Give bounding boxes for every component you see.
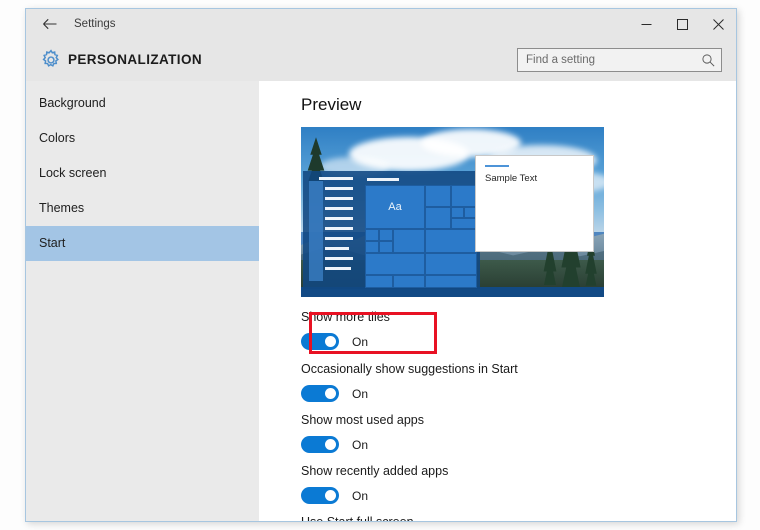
window-title: Settings <box>74 18 116 30</box>
title-bar: Settings <box>26 9 736 39</box>
preview-sample-text: Sample Text <box>485 173 538 184</box>
sidebar-item-background[interactable]: Background <box>26 86 259 121</box>
setting-label: Show recently added apps <box>301 464 449 478</box>
preview-tile <box>425 229 477 253</box>
close-icon[interactable] <box>700 9 736 39</box>
toggle-state-label: On <box>352 488 369 503</box>
preview-tile <box>379 241 393 253</box>
sidebar-item-colors[interactable]: Colors <box>26 121 259 156</box>
preview-tile <box>379 229 393 241</box>
sidebar-item-label: Themes <box>39 201 85 215</box>
setting-toggle-row: On <box>301 487 701 504</box>
back-arrow-icon[interactable] <box>32 11 68 37</box>
search-icon[interactable] <box>701 53 716 68</box>
preview-tile-grid: Aa <box>365 178 477 288</box>
setting-toggle-row: On <box>301 436 701 453</box>
setting-label: Occasionally show suggestions in Start <box>301 362 518 376</box>
sidebar: Background Colors Lock screen Themes Sta… <box>26 81 259 521</box>
settings-window: Settings PERSONALIZATION Find a setting … <box>25 8 737 522</box>
setting-toggle-row: On <box>301 333 701 350</box>
setting-toggle-row: On <box>301 385 701 402</box>
preview-tile-label: Aa <box>388 201 402 213</box>
sidebar-item-label: Background <box>39 96 106 110</box>
search-input[interactable] <box>518 49 698 71</box>
window-controls <box>628 9 736 39</box>
preview-tile <box>365 253 425 275</box>
toggle-knob <box>325 439 336 450</box>
page-title: PERSONALIZATION <box>68 52 202 67</box>
sidebar-item-label: Colors <box>39 131 76 145</box>
preview-tile <box>425 275 477 288</box>
preview-tile-aa: Aa <box>365 185 425 229</box>
preview-tile <box>425 253 477 275</box>
preview-app-list-entries <box>319 177 357 281</box>
maximize-icon[interactable] <box>664 9 700 39</box>
window-body: Background Colors Lock screen Themes Sta… <box>26 81 736 522</box>
preview-tile <box>365 275 393 288</box>
search-box[interactable] <box>517 48 722 72</box>
preview-tile <box>425 207 451 229</box>
preview-sample-card: Sample Text <box>475 155 594 252</box>
sidebar-item-start[interactable]: Start <box>26 226 259 261</box>
setting-show-most-used-apps: Show most used apps On <box>301 412 701 453</box>
screenshot-root: Settings PERSONALIZATION Find a setting … <box>0 0 760 530</box>
preview-card-accent-line <box>485 165 509 167</box>
toggle-knob <box>325 490 336 501</box>
preview-tile <box>393 229 425 253</box>
gear-icon <box>38 47 64 73</box>
preview-start-menu: Aa <box>303 171 480 289</box>
toggle-knob <box>325 336 336 347</box>
toggle-state-label: On <box>352 386 369 401</box>
toggle-occasionally-show-suggestions[interactable] <box>301 385 339 402</box>
sidebar-item-lock-screen[interactable]: Lock screen <box>26 156 259 191</box>
preview-tile <box>451 185 477 207</box>
preview-tile <box>451 218 477 229</box>
setting-label: Show most used apps <box>301 413 424 427</box>
preview-tile <box>393 275 425 288</box>
toggle-knob <box>325 388 336 399</box>
toggle-state-label: On <box>352 334 369 349</box>
section-title-preview: Preview <box>301 95 362 114</box>
toggle-show-more-tiles[interactable] <box>301 333 339 350</box>
start-preview-image: Aa Sample Text <box>301 127 604 297</box>
setting-occasionally-show-suggestions: Occasionally show suggestions in Start O… <box>301 361 701 402</box>
preview-tile <box>451 207 464 218</box>
setting-show-more-tiles: Show more tiles On <box>301 309 701 354</box>
preview-tile <box>425 185 451 207</box>
sidebar-item-themes[interactable]: Themes <box>26 191 259 226</box>
setting-use-start-full-screen: Use Start full screen <box>301 514 701 522</box>
page-header: PERSONALIZATION <box>26 39 736 81</box>
sidebar-item-label: Lock screen <box>39 166 107 180</box>
preview-tile <box>365 241 379 253</box>
minimize-icon[interactable] <box>628 9 664 39</box>
preview-tile <box>365 229 379 241</box>
setting-label: Use Start full screen <box>301 515 414 522</box>
preview-group-label <box>367 178 399 181</box>
toggle-state-label: On <box>352 437 369 452</box>
setting-show-recently-added-apps: Show recently added apps On <box>301 463 701 504</box>
sidebar-item-label: Start <box>39 236 66 250</box>
setting-label: Show more tiles <box>301 310 390 324</box>
toggle-show-most-used-apps[interactable] <box>301 436 339 453</box>
toggle-show-recently-added-apps[interactable] <box>301 487 339 504</box>
content-pane[interactable]: Preview Aa Sample Text Show more tiles O… <box>259 81 736 522</box>
